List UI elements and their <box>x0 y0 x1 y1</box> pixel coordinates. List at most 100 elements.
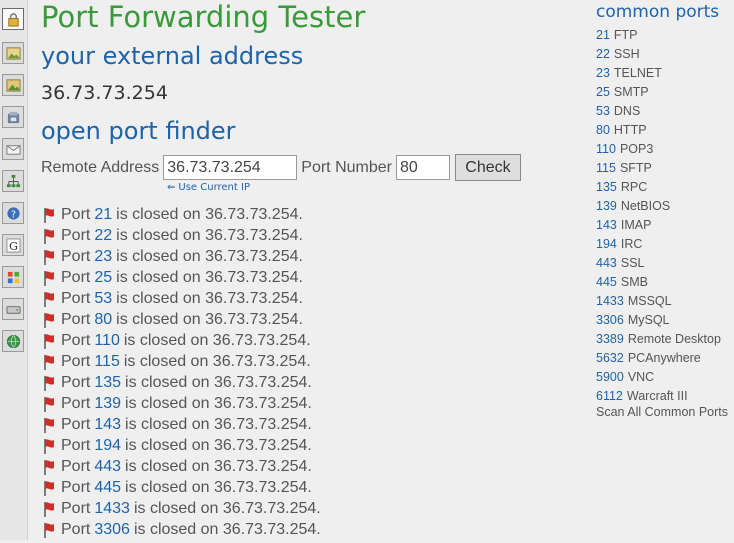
result-status: is closed on 36.73.73.254. <box>116 289 303 307</box>
common-port-number[interactable]: 110 <box>596 142 616 156</box>
result-port-link[interactable]: 115 <box>94 353 120 371</box>
result-status: is closed on 36.73.73.254. <box>116 205 303 223</box>
result-port-link[interactable]: 22 <box>94 227 112 245</box>
common-port-item[interactable]: 6112 Warcraft III <box>596 386 721 405</box>
common-port-item[interactable]: 110 POP3 <box>596 139 721 158</box>
result-prefix: Port <box>61 373 91 391</box>
common-port-number[interactable]: 135 <box>596 180 617 194</box>
result-port-link[interactable]: 194 <box>94 437 121 455</box>
common-port-item[interactable]: 194 IRC <box>596 234 721 253</box>
common-port-item[interactable]: 143 IMAP <box>596 215 721 234</box>
result-status: is closed on 36.73.73.254. <box>125 373 312 391</box>
common-port-name: SMTP <box>613 84 649 99</box>
common-port-number[interactable]: 5632 <box>596 351 624 365</box>
common-port-number[interactable]: 1433 <box>596 294 624 308</box>
common-port-item[interactable]: 139 NetBIOS <box>596 196 721 215</box>
common-port-number[interactable]: 3389 <box>596 332 624 346</box>
common-port-name: HTTP <box>613 122 647 137</box>
result-row: Port 194 is closed on 36.73.73.254. <box>41 435 321 456</box>
result-port-link[interactable]: 139 <box>94 395 121 413</box>
common-port-item[interactable]: 3389 Remote Desktop <box>596 329 721 348</box>
open-port-finder-heading: open port finder <box>41 117 236 145</box>
common-port-name: Remote Desktop <box>627 331 721 346</box>
google-icon[interactable]: G <box>2 234 24 256</box>
result-status: is closed on 36.73.73.254. <box>116 268 303 286</box>
result-port-link[interactable]: 1433 <box>94 500 130 518</box>
common-port-number[interactable]: 443 <box>596 256 617 270</box>
common-port-number[interactable]: 143 <box>596 218 617 232</box>
common-port-name: IRC <box>620 236 643 251</box>
image-icon[interactable] <box>2 42 24 64</box>
drive-icon[interactable] <box>2 298 24 320</box>
common-port-number[interactable]: 115 <box>596 161 616 175</box>
common-port-number[interactable]: 6112 <box>596 389 623 403</box>
result-port-link[interactable]: 143 <box>94 416 121 434</box>
result-row: Port 3306 is closed on 36.73.73.254. <box>41 519 321 540</box>
common-port-item[interactable]: 5900 VNC <box>596 367 721 386</box>
common-port-number[interactable]: 22 <box>596 47 610 61</box>
mail-icon[interactable] <box>2 138 24 160</box>
port-number-input[interactable] <box>395 155 450 180</box>
result-row: Port 1433 is closed on 36.73.73.254. <box>41 498 321 519</box>
common-port-name: MySQL <box>627 312 670 327</box>
result-port-link[interactable]: 3306 <box>94 521 130 539</box>
common-port-item[interactable]: 115 SFTP <box>596 158 721 177</box>
common-ports-title: common ports <box>596 2 720 22</box>
common-port-number[interactable]: 139 <box>596 199 617 213</box>
common-port-number[interactable]: 53 <box>596 104 610 118</box>
phone-icon[interactable] <box>2 106 24 128</box>
common-port-item[interactable]: 23 TELNET <box>596 63 721 82</box>
common-port-number[interactable]: 80 <box>596 123 610 137</box>
red-flag-icon <box>41 480 57 496</box>
common-port-name: SSL <box>620 255 645 270</box>
result-status: is closed on 36.73.73.254. <box>123 331 311 349</box>
common-port-name: PCAnywhere <box>627 350 701 365</box>
common-port-item[interactable]: 21 FTP <box>596 25 721 44</box>
result-port-link[interactable]: 23 <box>94 248 112 266</box>
external-address-heading: your external address <box>41 42 304 70</box>
port-check-form: Remote Address Port Number Check <box>41 154 521 181</box>
result-port-link[interactable]: 53 <box>94 290 112 308</box>
result-status: is closed on 36.73.73.254. <box>116 247 303 265</box>
result-row: Port 53 is closed on 36.73.73.254. <box>41 288 321 309</box>
result-row: Port 135 is closed on 36.73.73.254. <box>41 372 321 393</box>
result-port-link[interactable]: 443 <box>94 458 121 476</box>
common-port-number[interactable]: 5900 <box>596 370 624 384</box>
common-port-number[interactable]: 3306 <box>596 313 624 327</box>
result-port-link[interactable]: 21 <box>94 206 112 224</box>
common-port-item[interactable]: 443 SSL <box>596 253 721 272</box>
use-current-ip-link[interactable]: ⇐ Use Current IP <box>167 182 250 193</box>
result-port-link[interactable]: 80 <box>94 311 112 329</box>
common-port-item[interactable]: 3306 MySQL <box>596 310 721 329</box>
result-port-link[interactable]: 135 <box>94 374 121 392</box>
common-port-item[interactable]: 5632 PCAnywhere <box>596 348 721 367</box>
common-port-item[interactable]: 53 DNS <box>596 101 721 120</box>
help-icon[interactable]: ? <box>2 202 24 224</box>
common-port-item[interactable]: 1433 MSSQL <box>596 291 721 310</box>
common-port-item[interactable]: 22 SSH <box>596 44 721 63</box>
common-port-number[interactable]: 445 <box>596 275 617 289</box>
result-prefix: Port <box>61 520 91 538</box>
common-port-number[interactable]: 194 <box>596 237 617 251</box>
common-ports-list: 21 FTP 22 SSH 23 TELNET 25 SMTP 53 DNS 80 HTTP 110 PO… <box>596 25 721 405</box>
common-port-item[interactable]: 445 SMB <box>596 272 721 291</box>
result-port-link[interactable]: 25 <box>94 269 112 287</box>
remote-address-input[interactable] <box>163 155 298 180</box>
globe-icon[interactable] <box>2 330 24 352</box>
common-port-item[interactable]: 25 SMTP <box>596 82 721 101</box>
common-port-number[interactable]: 21 <box>596 28 610 42</box>
common-port-number[interactable]: 25 <box>596 85 610 99</box>
result-port-link[interactable]: 110 <box>94 332 120 350</box>
windows-icon[interactable] <box>2 266 24 288</box>
image-icon[interactable] <box>2 74 24 96</box>
result-port-link[interactable]: 445 <box>94 479 121 497</box>
common-port-name: DNS <box>613 103 641 118</box>
common-port-number[interactable]: 23 <box>596 66 610 80</box>
sitemap-icon[interactable] <box>2 170 24 192</box>
check-button[interactable]: Check <box>454 154 521 181</box>
common-port-item[interactable]: 135 RPC <box>596 177 721 196</box>
scan-all-link[interactable]: Scan All Common Ports <box>596 405 728 419</box>
lock-icon[interactable] <box>2 8 24 30</box>
common-port-item[interactable]: 80 HTTP <box>596 120 721 139</box>
use-current-ip-label: Use Current IP <box>178 182 250 193</box>
